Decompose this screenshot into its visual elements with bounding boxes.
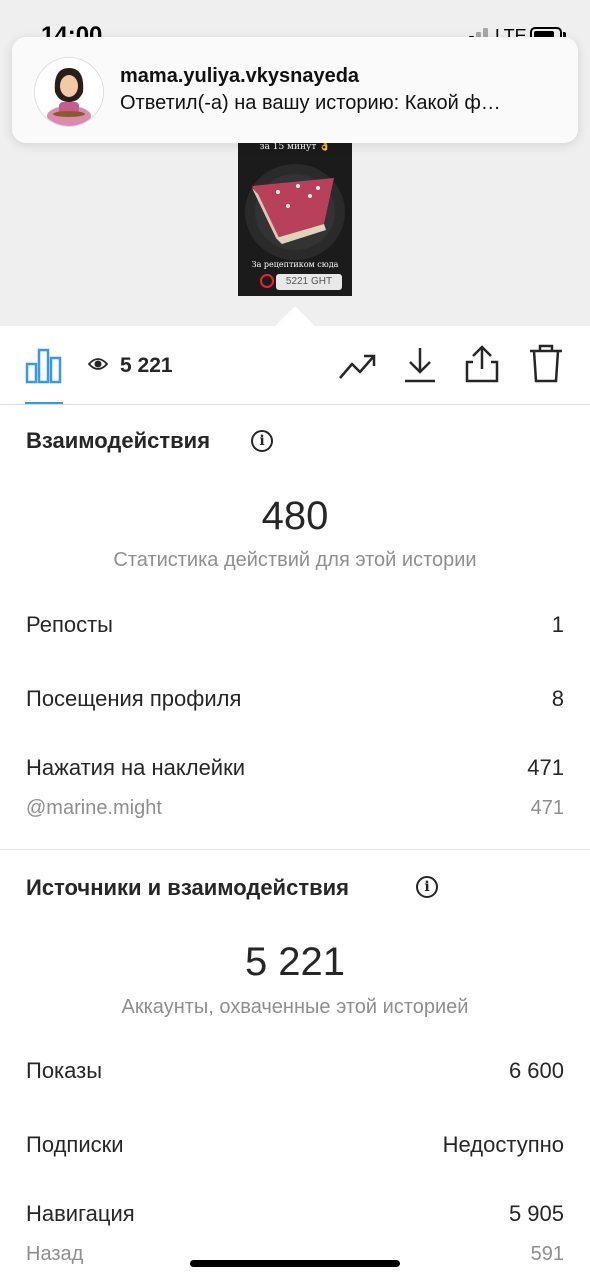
back-value: 591 xyxy=(530,1243,564,1265)
reach-caption: Аккаунты, охваченные этой историей xyxy=(121,996,469,1018)
story-sticker: 5221 GHT xyxy=(276,274,342,290)
bar-chart-icon[interactable] xyxy=(25,346,63,384)
share-icon[interactable] xyxy=(464,344,500,384)
back-label: Назад xyxy=(26,1243,84,1265)
trash-icon[interactable] xyxy=(528,344,564,384)
push-notification[interactable]: mama.yuliya.vkysnayeda Ответил(-а) на ва… xyxy=(12,37,578,143)
home-indicator[interactable] xyxy=(190,1260,400,1267)
sticker-mention-value: 471 xyxy=(530,797,564,819)
notification-text: Ответил(-а) на вашу историю: Какой ф… xyxy=(120,92,501,114)
navigation-label: Навигация xyxy=(26,1201,135,1226)
trend-icon[interactable] xyxy=(338,350,378,382)
impressions-label: Показы xyxy=(26,1058,103,1083)
views-count: 5 221 xyxy=(120,354,173,377)
reposts-label: Репосты xyxy=(26,612,113,637)
info-icon[interactable]: i xyxy=(416,876,438,898)
follows-value: Недоступно xyxy=(442,1132,564,1157)
discovery-title: Источники и взаимодействия xyxy=(26,875,349,900)
cake-image xyxy=(245,164,345,260)
profile-visits-label: Посещения профиля xyxy=(26,686,242,711)
interactions-title: Взаимодействия xyxy=(26,428,211,453)
follows-label: Подписки xyxy=(26,1132,124,1157)
active-tab-indicator xyxy=(25,402,63,404)
reposts-value: 1 xyxy=(551,612,564,637)
notification-username: mama.yuliya.vkysnayeda xyxy=(120,65,360,87)
reach-total: 5 221 xyxy=(244,940,346,984)
profile-visits-value: 8 xyxy=(551,686,564,711)
insights-toolbar: 5 221 xyxy=(0,326,590,405)
sticker-taps-value: 471 xyxy=(527,755,564,780)
avatar xyxy=(34,57,104,127)
navigation-value: 5 905 xyxy=(508,1201,564,1226)
impressions-value: 6 600 xyxy=(508,1058,564,1083)
sticker-record-icon xyxy=(260,274,274,288)
download-icon[interactable] xyxy=(402,346,438,384)
story-caption-bottom: За рецептиком сюда xyxy=(251,260,339,269)
info-icon[interactable]: i xyxy=(251,430,273,452)
section-divider xyxy=(0,849,590,850)
interactions-caption: Статистика действий для этой истории xyxy=(113,549,477,571)
avatar-illustration xyxy=(35,58,103,126)
story-thumbnail[interactable]: за 15 минут 👌 За рецептиком сюда 5221 GH… xyxy=(238,126,352,296)
eye-icon xyxy=(88,358,108,370)
interactions-total: 480 xyxy=(261,494,329,538)
sticker-mention-label: @marine.might xyxy=(26,797,162,819)
sticker-taps-label: Нажатия на наклейки xyxy=(26,755,246,780)
